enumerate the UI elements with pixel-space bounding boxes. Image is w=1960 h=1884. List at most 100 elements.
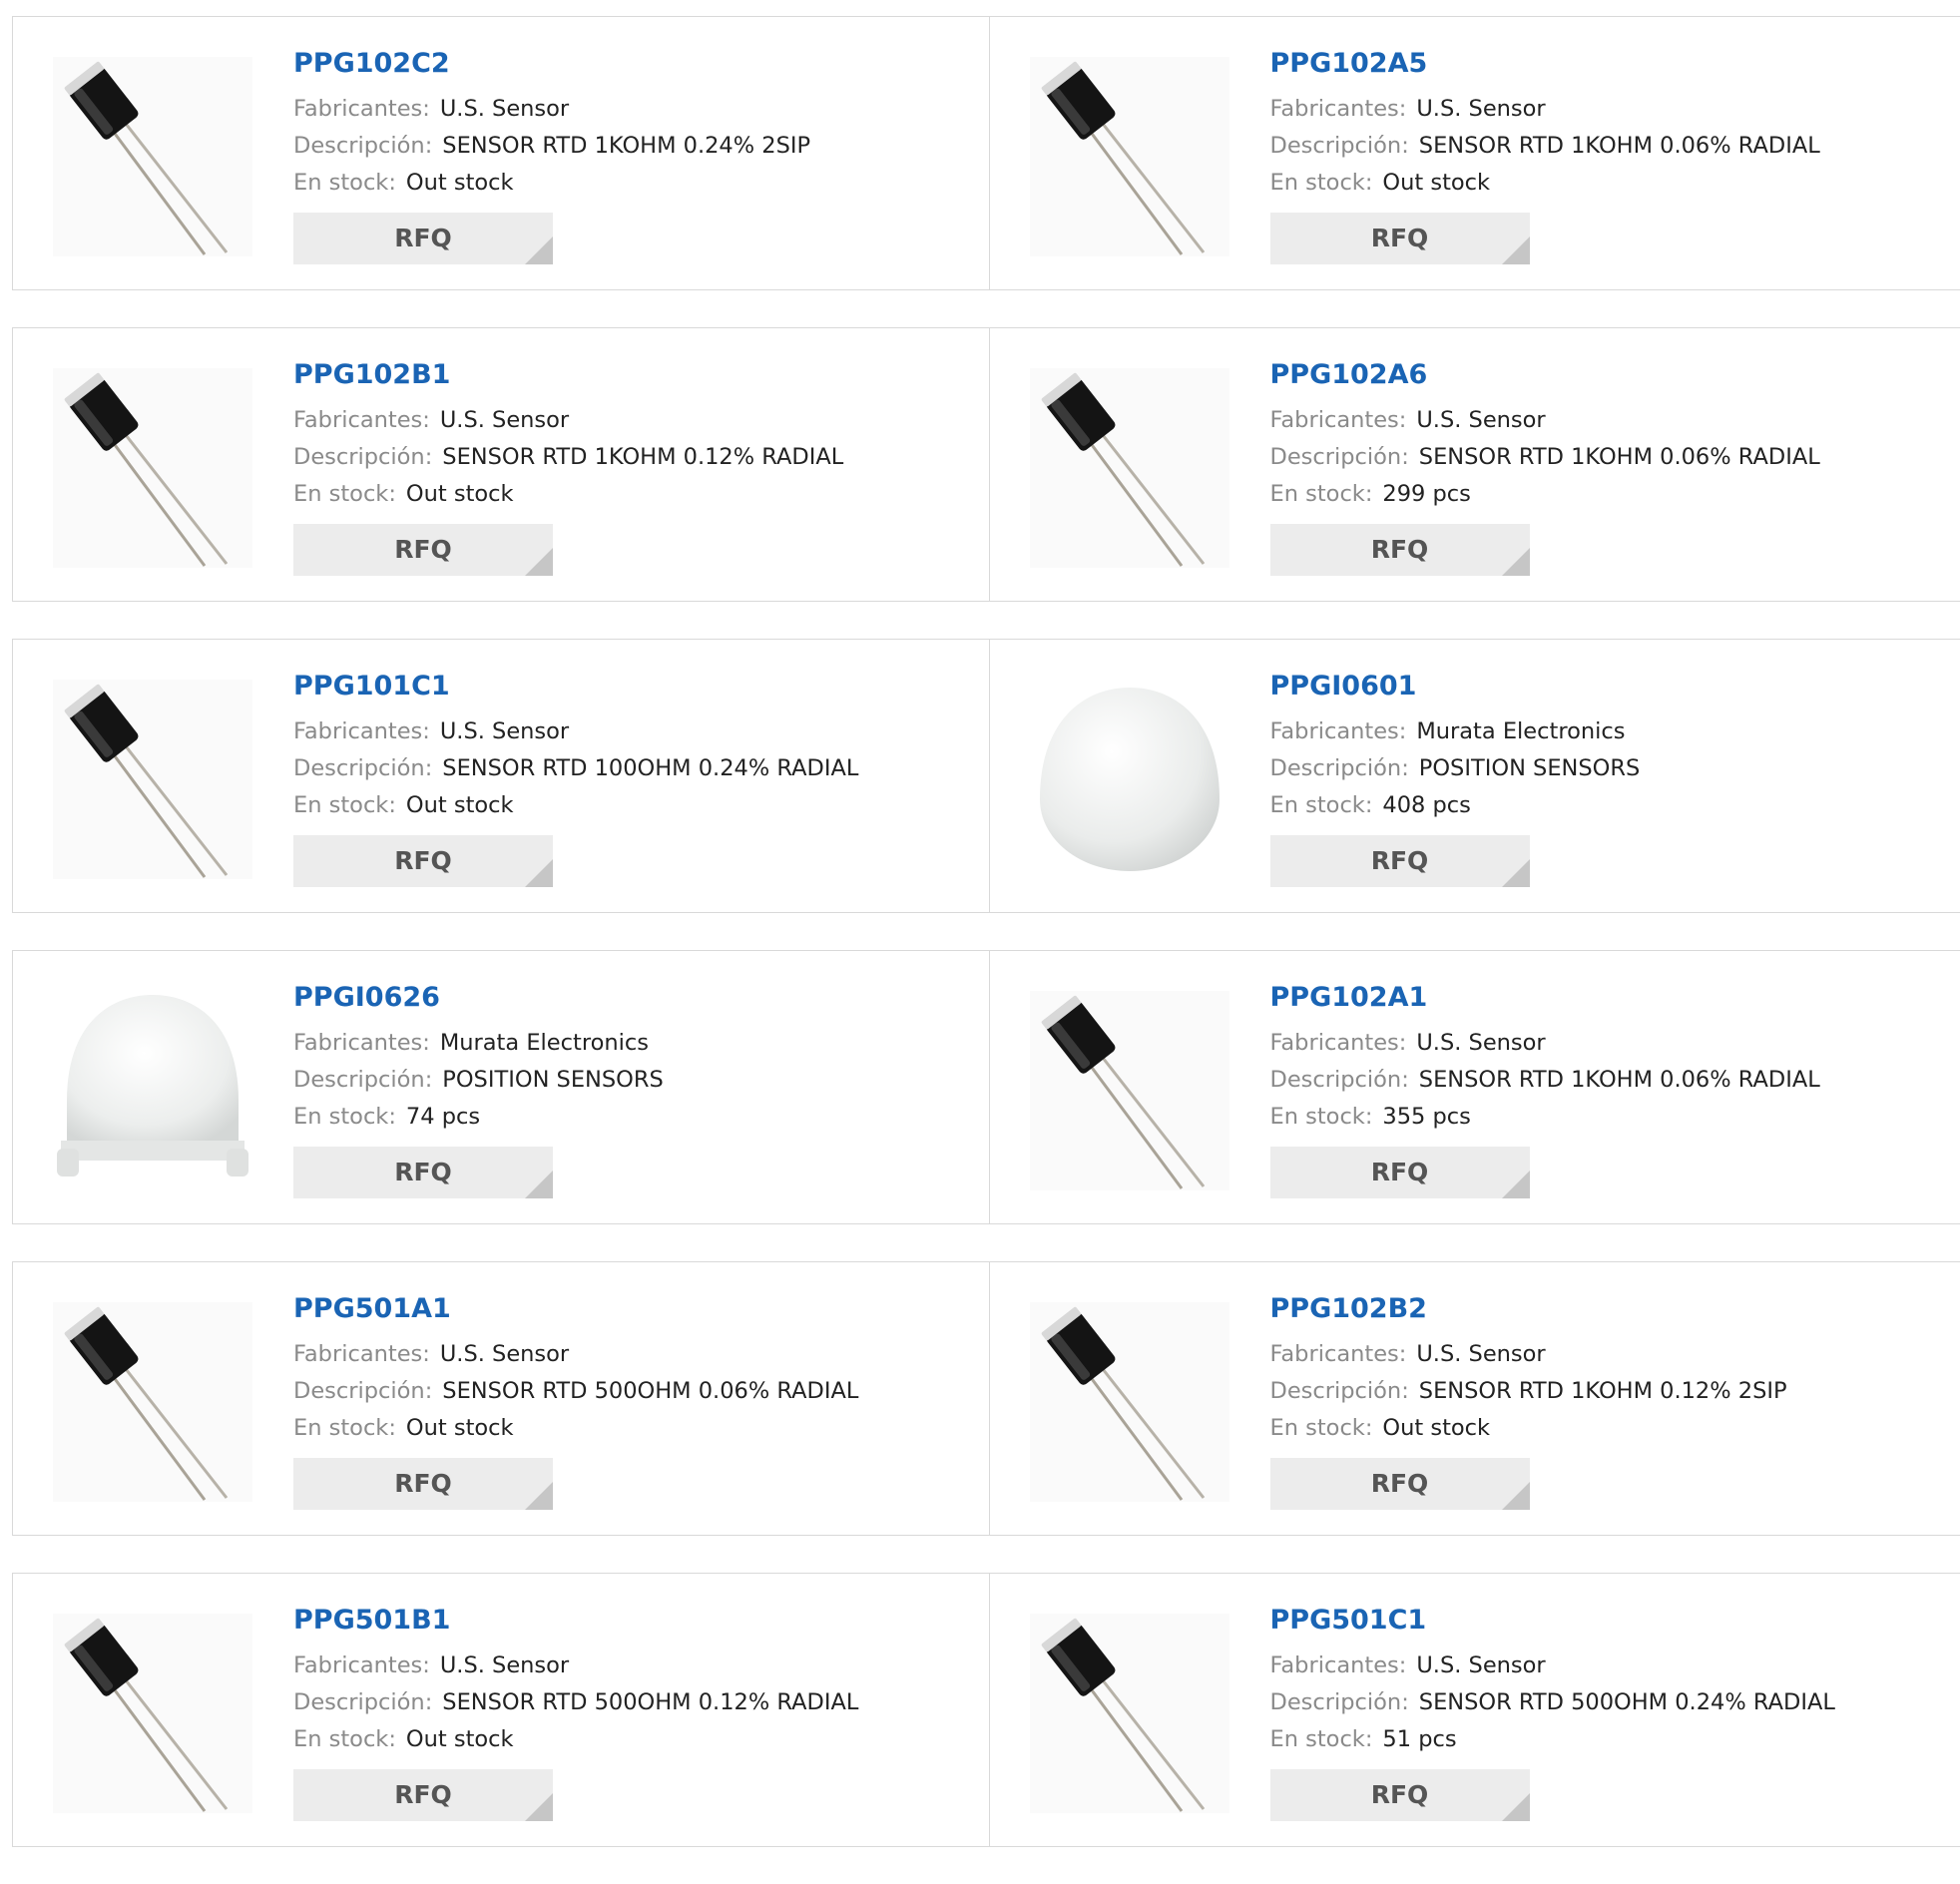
product-image[interactable] bbox=[1030, 1302, 1229, 1502]
manufacturer-line: Fabricantes: Murata Electronics bbox=[293, 1025, 664, 1062]
stock-line: En stock:299 pcs bbox=[1270, 476, 1820, 513]
rfq-button[interactable]: RFQ bbox=[293, 1458, 553, 1510]
description-label: Descripción: bbox=[293, 1067, 432, 1093]
product-image[interactable] bbox=[53, 680, 252, 879]
part-number-link[interactable]: PPG102A5 bbox=[1270, 47, 1820, 81]
manufacturer-label: Fabricantes: bbox=[293, 1030, 430, 1056]
product-row: PPGI0626 Fabricantes:Murata Electronics … bbox=[12, 950, 1960, 1224]
stock-label: En stock: bbox=[1270, 481, 1373, 507]
manufacturer-label: Fabricantes: bbox=[293, 1341, 430, 1367]
rfq-button[interactable]: RFQ bbox=[293, 1769, 553, 1821]
product-info: PPG102B2 Fabricantes:U.S. Sensor Descrip… bbox=[1270, 1292, 1787, 1510]
part-number-link[interactable]: PPG501B1 bbox=[293, 1604, 858, 1638]
product-card: PPG101C1 Fabricantes:U.S. Sensor Descrip… bbox=[13, 640, 989, 912]
stock-label: En stock: bbox=[1270, 792, 1373, 818]
description-label: Descripción: bbox=[1270, 1689, 1409, 1715]
product-image[interactable] bbox=[1030, 991, 1229, 1190]
manufacturer-line: Fabricantes: U.S. Sensor bbox=[293, 713, 858, 750]
stock-value: 355 pcs bbox=[1382, 1104, 1470, 1130]
stock-value: Out stock bbox=[1382, 1415, 1490, 1441]
part-number-link[interactable]: PPG102B2 bbox=[1270, 1292, 1787, 1326]
product-card: PPG102A5 Fabricantes:U.S. Sensor Descrip… bbox=[989, 17, 1960, 289]
manufacturer-label: Fabricantes: bbox=[293, 1652, 430, 1678]
rfq-button[interactable]: RFQ bbox=[293, 835, 553, 887]
product-image[interactable] bbox=[53, 1614, 252, 1813]
product-card: PPG102A1 Fabricantes:U.S. Sensor Descrip… bbox=[989, 951, 1960, 1223]
part-number-link[interactable]: PPGI0601 bbox=[1270, 670, 1641, 704]
part-number-link[interactable]: PPGI0626 bbox=[293, 981, 664, 1015]
stock-label: En stock: bbox=[293, 1726, 396, 1752]
product-info: PPG102A1 Fabricantes:U.S. Sensor Descrip… bbox=[1270, 981, 1820, 1198]
product-image[interactable] bbox=[53, 368, 252, 568]
product-card: PPGI0626 Fabricantes:Murata Electronics … bbox=[13, 951, 989, 1223]
stock-value: 408 pcs bbox=[1382, 792, 1470, 818]
product-card: PPGI0601 Fabricantes:Murata Electronics … bbox=[989, 640, 1960, 912]
part-number-link[interactable]: PPG501C1 bbox=[1270, 1604, 1835, 1638]
rfq-button[interactable]: RFQ bbox=[293, 524, 553, 576]
manufacturer-label: Fabricantes: bbox=[1270, 1652, 1407, 1678]
manufacturer-label: Fabricantes: bbox=[1270, 1341, 1407, 1367]
description-value: POSITION SENSORS bbox=[1419, 755, 1641, 781]
description-value: SENSOR RTD 500OHM 0.24% RADIAL bbox=[1419, 1689, 1835, 1715]
product-image[interactable] bbox=[1030, 57, 1229, 256]
rfq-button[interactable]: RFQ bbox=[1270, 835, 1530, 887]
product-image[interactable] bbox=[53, 57, 252, 256]
product-image[interactable] bbox=[1030, 680, 1229, 879]
rfq-button[interactable]: RFQ bbox=[1270, 1769, 1530, 1821]
description-label: Descripción: bbox=[1270, 1378, 1409, 1404]
description-value: SENSOR RTD 100OHM 0.24% RADIAL bbox=[442, 755, 858, 781]
description-label: Descripción: bbox=[293, 1378, 432, 1404]
description-line: Descripción:SENSOR RTD 1KOHM 0.24% 2SIP bbox=[293, 128, 810, 165]
rfq-button[interactable]: RFQ bbox=[293, 1147, 553, 1198]
description-line: Descripción:POSITION SENSORS bbox=[1270, 750, 1641, 787]
product-card: PPG501C1 Fabricantes:U.S. Sensor Descrip… bbox=[989, 1574, 1960, 1846]
part-number-link[interactable]: PPG101C1 bbox=[293, 670, 858, 704]
product-row: PPG101C1 Fabricantes: U.S. Sensor Descrip… bbox=[12, 639, 1960, 913]
stock-value: Out stock bbox=[1382, 170, 1490, 196]
stock-label: En stock: bbox=[1270, 1415, 1373, 1441]
product-row: PPG102C2 Fabricantes:U.S. Sensor Descrip… bbox=[12, 16, 1960, 290]
product-info: PPG102B1 Fabricantes:U.S. Sensor Descrip… bbox=[293, 358, 843, 576]
part-number-link[interactable]: PPG102A1 bbox=[1270, 981, 1820, 1015]
description-value: POSITION SENSORS bbox=[442, 1067, 664, 1093]
description-label: Descripción: bbox=[293, 444, 432, 470]
product-image[interactable] bbox=[53, 1302, 252, 1502]
description-value: SENSOR RTD 1KOHM 0.06% RADIAL bbox=[1419, 133, 1820, 159]
manufacturer-line: Fabricantes:U.S. Sensor bbox=[1270, 1336, 1787, 1373]
part-number-link[interactable]: PPG102B1 bbox=[293, 358, 843, 392]
manufacturer-line: Fabricantes:U.S. Sensor bbox=[293, 1648, 858, 1684]
stock-label: En stock: bbox=[293, 170, 396, 196]
product-card: PPG501B1 Fabricantes:U.S. Sensor Descrip… bbox=[13, 1574, 989, 1846]
manufacturer-label: Fabricantes: bbox=[293, 718, 430, 744]
product-image[interactable] bbox=[1030, 368, 1229, 568]
rfq-button[interactable]: RFQ bbox=[1270, 1458, 1530, 1510]
rfq-button[interactable]: RFQ bbox=[1270, 1147, 1530, 1198]
manufacturer-line: Fabricantes:U.S. Sensor bbox=[1270, 1648, 1835, 1684]
stock-line: En stock:Out stock bbox=[293, 1410, 858, 1447]
part-number-link[interactable]: PPG102A6 bbox=[1270, 358, 1820, 392]
product-image[interactable] bbox=[1030, 1614, 1229, 1813]
product-grid: PPG102C2 Fabricantes: U.S. Sensor Descrip… bbox=[12, 16, 1960, 1884]
description-line: Descripción:SENSOR RTD 1KOHM 0.06% RADIA… bbox=[1270, 128, 1820, 165]
part-number-link[interactable]: PPG501A1 bbox=[293, 1292, 858, 1326]
manufacturer-line: Fabricantes:U.S. Sensor bbox=[293, 402, 843, 439]
rfq-button[interactable]: RFQ bbox=[1270, 524, 1530, 576]
product-info: PPGI0626 Fabricantes:Murata Electronics … bbox=[293, 981, 664, 1198]
manufacturer-value: U.S. Sensor bbox=[440, 1341, 569, 1367]
manufacturer-value: U.S. Sensor bbox=[440, 718, 569, 744]
stock-value: Out stock bbox=[406, 1726, 514, 1752]
product-image[interactable] bbox=[53, 991, 252, 1190]
description-value: SENSOR RTD 1KOHM 0.06% RADIAL bbox=[1419, 1067, 1820, 1093]
part-number-link[interactable]: PPG102C2 bbox=[293, 47, 810, 81]
rfq-button[interactable]: RFQ bbox=[1270, 213, 1530, 264]
manufacturer-label: Fabricantes: bbox=[293, 96, 430, 122]
description-label: Descripción: bbox=[1270, 444, 1409, 470]
product-info: PPG102A5 Fabricantes:U.S. Sensor Descrip… bbox=[1270, 47, 1820, 264]
stock-value: 74 pcs bbox=[406, 1104, 480, 1130]
description-line: Descripción: SENSOR RTD 500OHM 0.24% RADI… bbox=[1270, 1684, 1835, 1721]
rfq-button[interactable]: RFQ bbox=[293, 213, 553, 264]
product-info: PPG501B1 Fabricantes:U.S. Sensor Descrip… bbox=[293, 1604, 858, 1821]
description-label: Descripción: bbox=[1270, 1067, 1409, 1093]
manufacturer-value: Murata Electronics bbox=[440, 1030, 649, 1056]
description-line: Descripción:SENSOR RTD 500OHM 0.06% RADI… bbox=[293, 1373, 858, 1410]
